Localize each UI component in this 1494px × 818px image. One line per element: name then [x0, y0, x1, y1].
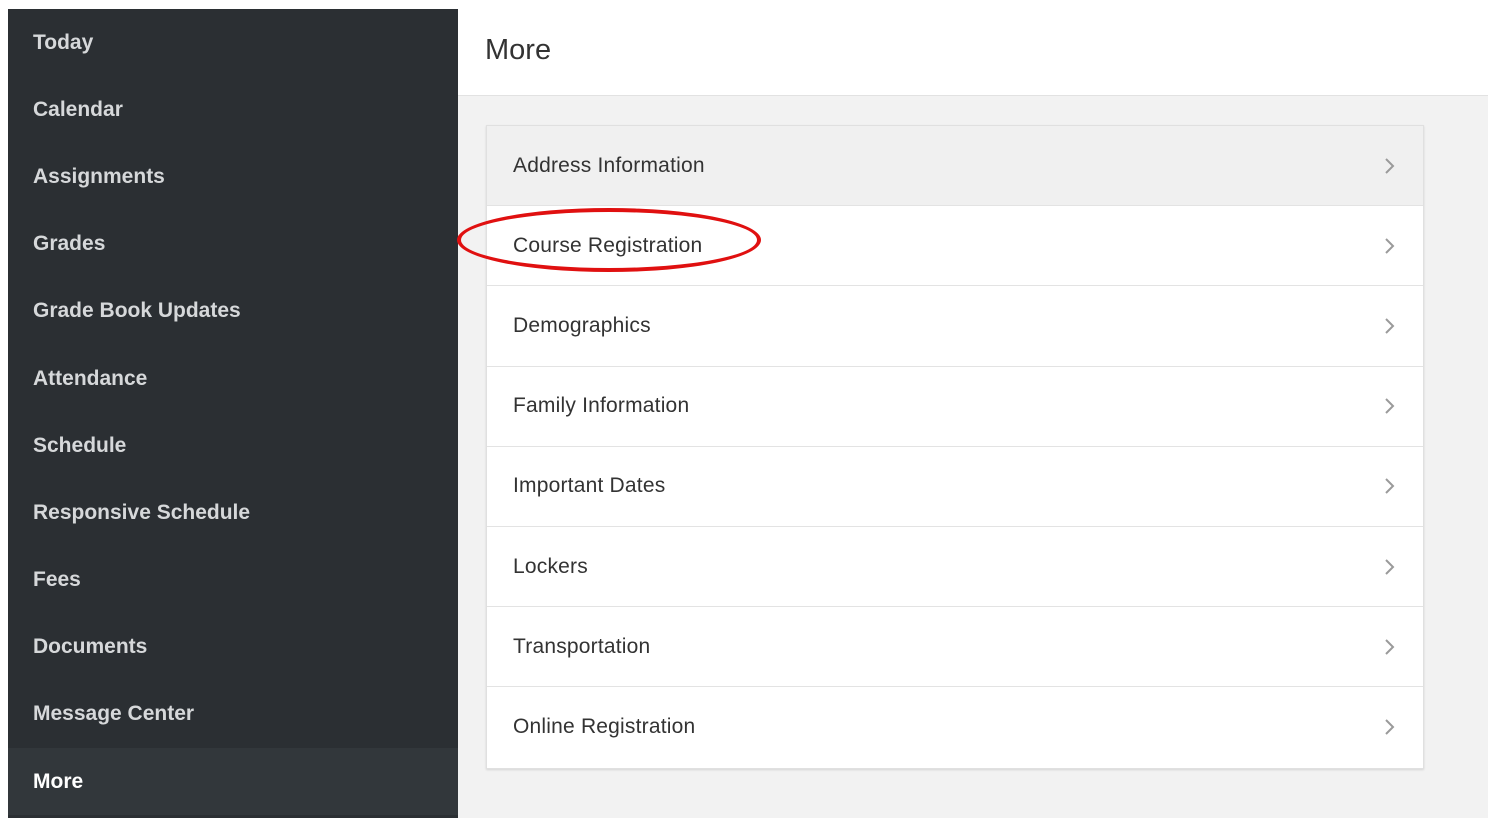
list-item-label: Family Information — [513, 394, 690, 418]
list-item-transportation[interactable]: Transportation — [487, 607, 1423, 688]
sidebar-item-grade-book-updates[interactable]: Grade Book Updates — [8, 278, 458, 345]
list-item-online-registration[interactable]: Online Registration — [487, 687, 1423, 767]
sidebar-item-attendance[interactable]: Attendance — [8, 345, 458, 412]
sidebar-item-calendar[interactable]: Calendar — [8, 76, 458, 143]
sidebar-item-more[interactable]: More — [8, 748, 458, 816]
list-item-important-dates[interactable]: Important Dates — [487, 447, 1423, 527]
page-header: More — [458, 9, 1488, 96]
page-title: More — [485, 34, 552, 66]
list-item-course-registration[interactable]: Course Registration — [487, 206, 1423, 287]
list-item-demographics[interactable]: Demographics — [487, 286, 1423, 367]
chevron-right-icon — [1383, 718, 1397, 736]
chevron-right-icon — [1383, 397, 1397, 415]
chevron-right-icon — [1383, 558, 1397, 576]
sidebar-item-documents[interactable]: Documents — [8, 614, 458, 681]
sidebar-item-responsive-schedule[interactable]: Responsive Schedule — [8, 479, 458, 546]
list-item-label: Online Registration — [513, 715, 696, 739]
chevron-right-icon — [1383, 317, 1397, 335]
chevron-right-icon — [1383, 638, 1397, 656]
list-item-label: Address Information — [513, 153, 705, 177]
more-options-list: Address Information Course Registration … — [486, 125, 1424, 769]
main-content: More Address Information Course Registra… — [458, 9, 1488, 818]
sidebar-item-today[interactable]: Today — [8, 9, 458, 76]
chevron-right-icon — [1383, 477, 1397, 495]
sidebar-item-assignments[interactable]: Assignments — [8, 143, 458, 210]
sidebar-item-fees[interactable]: Fees — [8, 547, 458, 614]
sidebar-item-grades[interactable]: Grades — [8, 211, 458, 278]
list-item-address-information[interactable]: Address Information — [487, 126, 1423, 207]
chevron-right-icon — [1383, 237, 1397, 255]
list-item-label: Course Registration — [513, 233, 703, 257]
chevron-right-icon — [1383, 157, 1397, 175]
app-window: Today Calendar Assignments Grades Grade … — [8, 9, 1488, 818]
sidebar-nav: Today Calendar Assignments Grades Grade … — [8, 9, 458, 818]
list-item-label: Important Dates — [513, 474, 666, 498]
list-item-lockers[interactable]: Lockers — [487, 527, 1423, 608]
list-item-label: Transportation — [513, 634, 651, 658]
sidebar-item-schedule[interactable]: Schedule — [8, 412, 458, 479]
list-item-label: Lockers — [513, 554, 588, 578]
list-item-label: Demographics — [513, 313, 651, 337]
list-item-family-information[interactable]: Family Information — [487, 367, 1423, 447]
sidebar-item-message-center[interactable]: Message Center — [8, 681, 458, 748]
